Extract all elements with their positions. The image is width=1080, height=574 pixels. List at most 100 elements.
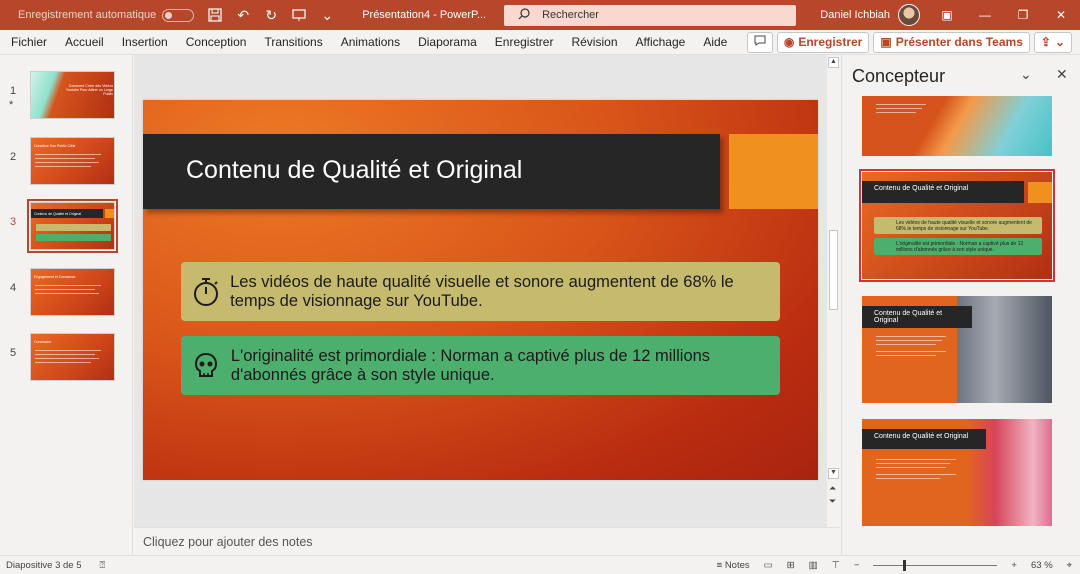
designer-pane: Concepteur ⌄ ✕ Contenu de Qualité et Ori… xyxy=(841,55,1080,555)
thumbnail-slide-5[interactable]: 5 Conclusion xyxy=(0,333,133,389)
record-button[interactable]: ◉ Enregistrer xyxy=(776,31,870,53)
design-option-1[interactable] xyxy=(862,96,1052,156)
tab-insertion[interactable]: Insertion xyxy=(113,35,177,49)
thumbnail-slide-1[interactable]: 1 * Comment Créer des Vidéos Youtube Pou… xyxy=(0,71,133,127)
notes-label: Notes xyxy=(724,559,750,571)
chevron-down-icon[interactable]: ⌄ xyxy=(1020,66,1032,83)
tab-accueil[interactable]: Accueil xyxy=(56,35,113,49)
thumbnail-image-selected[interactable]: Contenu de Qualité et Original xyxy=(27,199,118,253)
design-option-card-2: L'originalité est primordiale : Norman a… xyxy=(874,238,1042,255)
design-option-card-1: Les vidéos de haute qualité visuelle et … xyxy=(874,217,1042,234)
tab-aide[interactable]: Aide xyxy=(694,35,736,49)
animation-star-icon: * xyxy=(9,99,14,111)
stopwatch-icon xyxy=(181,277,230,307)
slide-title[interactable]: Contenu de Qualité et Original xyxy=(186,156,522,185)
previous-slide-icon[interactable]: ⏶ xyxy=(829,483,836,494)
card-text[interactable]: L'originalité est primordiale : Norman a… xyxy=(231,347,780,385)
thumbnail-mini-title: Comment Créer des Vidéos Youtube Pour At… xyxy=(65,84,113,96)
status-bar: Diapositive 3 de 5 ⍰ ≡ Notes ▭ ⊞ ▥ ⊤ − +… xyxy=(0,555,1080,574)
avatar[interactable] xyxy=(898,4,920,26)
share-dropdown-icon: ⌄ xyxy=(1054,35,1065,49)
thumbnail-number: 3 xyxy=(10,216,17,228)
next-slide-icon[interactable]: ⏷ xyxy=(829,496,836,507)
present-teams-button[interactable]: ▣ Présenter dans Teams xyxy=(873,31,1030,53)
present-icon[interactable] xyxy=(290,6,308,24)
share-button[interactable]: ⇪ ⌄ xyxy=(1033,31,1072,53)
thumbnail-mini-title: Contenu de Qualité et Original xyxy=(34,212,82,216)
document-title: Présentation4 - PowerP... xyxy=(362,9,487,21)
fit-to-window-icon[interactable]: ⌖ xyxy=(1067,560,1072,571)
close-icon[interactable]: ✕ xyxy=(1056,66,1068,83)
slide-sorter-icon[interactable]: ⊞ xyxy=(787,560,795,571)
notes-toggle[interactable]: ≡ Notes xyxy=(717,560,750,571)
card-text[interactable]: Les vidéos de haute qualité visuelle et … xyxy=(230,273,780,311)
present-teams-label: Présenter dans Teams xyxy=(895,35,1023,49)
customize-toolbar-icon[interactable]: ⌄ xyxy=(318,6,336,24)
design-option-2-selected[interactable]: Contenu de Qualité et Original Les vidéo… xyxy=(859,169,1055,282)
comment-icon xyxy=(754,35,766,49)
design-option-4[interactable]: Contenu de Qualité et Original xyxy=(862,419,1052,526)
slide-counter: Diapositive 3 de 5 xyxy=(6,559,82,571)
reading-view-icon[interactable]: ▥ xyxy=(809,560,818,571)
thumbnail-mini-title: Conclusion xyxy=(34,340,52,344)
tab-transitions[interactable]: Transitions xyxy=(255,35,331,49)
notes-placeholder: Cliquez pour ajouter des notes xyxy=(143,535,313,549)
thumbnail-slide-4[interactable]: 4 Engagement et Constance xyxy=(0,268,133,324)
slide-editor: Contenu de Qualité et Original Les vidéo… xyxy=(134,55,840,527)
autosave-switch[interactable] xyxy=(162,8,195,22)
content-card-originality[interactable]: L'originalité est primordiale : Norman a… xyxy=(181,336,780,395)
title-bar: Enregistrement automatique ↶ ↻ ⌄ Présent… xyxy=(0,0,1080,30)
autosave-toggle[interactable]: Enregistrement automatique xyxy=(18,8,195,22)
tab-revision[interactable]: Révision xyxy=(562,35,626,49)
thumbnail-image[interactable]: Engagement et Constance xyxy=(30,268,115,316)
scroll-up-icon[interactable]: ▲ xyxy=(828,57,839,68)
redo-icon[interactable]: ↻ xyxy=(262,6,280,24)
tab-fichier[interactable]: Fichier xyxy=(0,35,56,49)
tab-diaporama[interactable]: Diaporama xyxy=(409,35,486,49)
skull-icon xyxy=(181,352,231,380)
tab-enregistrer[interactable]: Enregistrer xyxy=(486,35,563,49)
ribbon-display-icon[interactable]: ▣ xyxy=(928,0,966,30)
record-label: Enregistrer xyxy=(798,35,863,49)
slide-canvas[interactable]: Contenu de Qualité et Original Les vidéo… xyxy=(143,100,818,480)
thumbnail-slide-2[interactable]: 2 Constitue Son Public Cible xyxy=(0,137,133,193)
thumbnail-number: 2 xyxy=(10,151,17,163)
user-name[interactable]: Daniel Ichbiah xyxy=(820,9,890,21)
restore-icon[interactable]: ❐ xyxy=(1004,0,1042,30)
design-option-title: Contenu de Qualité et Original xyxy=(862,306,972,328)
thumbnail-slide-3[interactable]: 3 Contenu de Qualité et Original xyxy=(0,199,133,258)
search-box[interactable]: Rechercher xyxy=(504,4,797,26)
accessibility-icon[interactable]: ⍰ xyxy=(100,560,106,571)
close-window-icon[interactable]: ✕ xyxy=(1042,0,1080,30)
tab-animations[interactable]: Animations xyxy=(332,35,409,49)
scroll-down-icon[interactable]: ▼ xyxy=(828,468,839,479)
normal-view-icon[interactable]: ▭ xyxy=(764,560,773,571)
autosave-label: Enregistrement automatique xyxy=(18,9,157,21)
design-option-3[interactable]: Contenu de Qualité et Original xyxy=(862,296,1052,403)
tab-conception[interactable]: Conception xyxy=(177,35,256,49)
thumbnail-image[interactable]: Conclusion xyxy=(30,333,115,381)
notes-pane[interactable]: Cliquez pour ajouter des notes xyxy=(134,527,840,555)
slideshow-icon[interactable]: ⊤ xyxy=(832,560,840,571)
thumbnail-mini-title: Constitue Son Public Cible xyxy=(34,144,76,148)
thumbnail-image[interactable]: Constitue Son Public Cible xyxy=(30,137,115,185)
design-option-title: Contenu de Qualité et Original xyxy=(862,181,1024,203)
slide-title-bar: Contenu de Qualité et Original xyxy=(143,134,720,209)
accent-box xyxy=(729,134,818,209)
zoom-in-icon[interactable]: + xyxy=(1011,560,1017,571)
undo-icon[interactable]: ↶ xyxy=(234,6,252,24)
editor-scrollbar[interactable]: ▲ ▼ ⏶ ⏷ xyxy=(827,55,840,527)
zoom-level[interactable]: 63 % xyxy=(1031,560,1053,571)
zoom-out-icon[interactable]: − xyxy=(854,560,860,571)
design-option-title: Contenu de Qualité et Original xyxy=(862,429,986,449)
search-icon xyxy=(518,7,530,23)
scroll-thumb[interactable] xyxy=(829,230,838,310)
ribbon-tabs: Fichier Accueil Insertion Conception Tra… xyxy=(0,30,1080,55)
minimize-icon[interactable]: — xyxy=(966,0,1004,30)
zoom-slider[interactable] xyxy=(873,559,998,571)
tab-affichage[interactable]: Affichage xyxy=(627,35,695,49)
thumbnail-image[interactable]: Comment Créer des Vidéos Youtube Pour At… xyxy=(30,71,115,119)
content-card-quality[interactable]: Les vidéos de haute qualité visuelle et … xyxy=(181,262,780,321)
save-icon[interactable] xyxy=(206,6,224,24)
comments-button[interactable] xyxy=(746,31,773,53)
